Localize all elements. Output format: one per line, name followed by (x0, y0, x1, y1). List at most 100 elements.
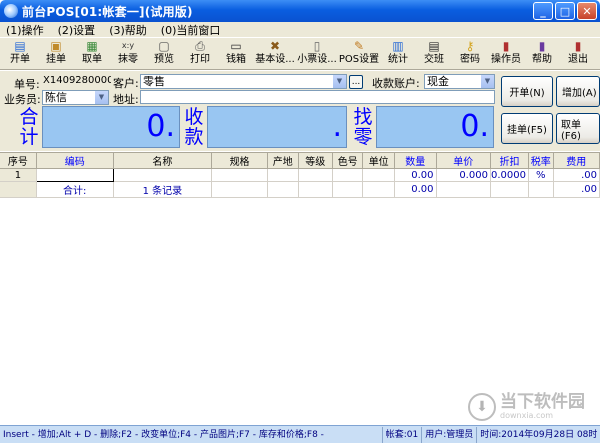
cell-tax[interactable]: % (528, 168, 554, 182)
col-fee[interactable]: 费用 (553, 153, 600, 169)
minimize-button[interactable]: _ (533, 2, 553, 20)
toolbar-cash-drawer[interactable]: ▭ 钱箱 (218, 38, 254, 68)
open-order-icon: ▤ (14, 39, 26, 53)
order-grid: 序号 编码 名称 规格 产地 等级 色号 单位 数量 单价 折扣 税率 费用 1 (0, 152, 600, 425)
retrieve-order-icon: ▦ (86, 39, 98, 53)
col-origin[interactable]: 产地 (267, 153, 299, 169)
toolbar-preview[interactable]: ▢ 预览 (146, 38, 182, 68)
summary-label: 合计: (36, 181, 114, 198)
menu-help[interactable]: (3)帮助 (109, 22, 147, 38)
chevron-down-icon: ▼ (481, 75, 494, 88)
menu-settings[interactable]: (2)设置 (58, 22, 96, 38)
maximize-button[interactable]: □ (555, 2, 575, 20)
table-row[interactable]: 1 0.00 0.000 0.0000 % .00 (0, 168, 600, 182)
menu-operation[interactable]: (1)操作 (6, 22, 44, 38)
cell-name[interactable] (113, 168, 213, 182)
cell-origin[interactable] (267, 168, 299, 182)
print-icon: ⎙ (195, 39, 205, 53)
summary-blank (298, 181, 333, 198)
order-table: 序号 编码 名称 规格 产地 等级 色号 单位 数量 单价 折扣 税率 费用 1 (0, 153, 600, 198)
customer-label: 客户: (113, 77, 139, 90)
summary-row: 合计: 1 条记录 0.00 .00 (0, 181, 600, 198)
received-label-1: 收 (184, 106, 204, 128)
col-color[interactable]: 色号 (332, 153, 364, 169)
toolbar-hang-order[interactable]: ▣ 挂单 (38, 38, 74, 68)
address-label: 地址: (113, 93, 139, 106)
window-controls: _ □ ✕ (533, 2, 597, 20)
order-no-label: 单号: (14, 78, 40, 91)
watermark: ⬇ 当下软件园 downxia.com (468, 393, 585, 421)
summary-blank (267, 181, 299, 198)
cell-spec[interactable] (211, 168, 269, 182)
received-panel[interactable]: . (207, 106, 347, 148)
toolbar-retrieve-order[interactable]: ▦ 取单 (74, 38, 110, 68)
toolbar-pos-settings[interactable]: ✎ POS设置 (338, 38, 380, 68)
watermark-sub: downxia.com (500, 411, 554, 420)
menu-current-window[interactable]: (0)当前窗口 (161, 22, 221, 38)
col-seq[interactable]: 序号 (0, 153, 37, 169)
account-label: 收款账户: (372, 77, 420, 90)
cell-seq: 1 (0, 168, 37, 182)
col-price[interactable]: 单价 (436, 153, 491, 169)
change-amount: 0. (460, 109, 489, 144)
col-discount[interactable]: 折扣 (490, 153, 529, 169)
toolbar-help[interactable]: ▮ 帮助 (524, 38, 560, 68)
shift-change-icon: ▤ (428, 39, 440, 53)
address-input[interactable] (140, 90, 495, 104)
cell-qty[interactable]: 0.00 (394, 168, 437, 182)
open-order-button[interactable]: 开单(N) (501, 76, 553, 107)
toolbar-statistics[interactable]: ▥ 统计 (380, 38, 416, 68)
change-label-2: 零 (353, 126, 373, 148)
cell-discount[interactable]: 0.0000 (490, 168, 529, 182)
col-tax[interactable]: 税率 (528, 153, 554, 169)
col-code[interactable]: 编码 (36, 153, 114, 169)
customer-select[interactable]: 零售 ▼ (140, 74, 347, 89)
toolbar-basic-settings[interactable]: ✖ 基本设... (254, 38, 296, 68)
preview-icon: ▢ (158, 39, 170, 53)
summary-seq (0, 181, 37, 198)
pos-settings-icon: ✎ (353, 39, 365, 53)
toolbar-exit[interactable]: ▮ 退出 (560, 38, 596, 68)
status-time: 时间:2014年09月28日 08时 (480, 429, 598, 440)
cell-fee[interactable]: .00 (553, 168, 600, 182)
toolbar-receipt-settings[interactable]: ▯ 小票设... (296, 38, 338, 68)
cell-grade[interactable] (298, 168, 333, 182)
total-label-2: 计 (19, 126, 39, 148)
close-button[interactable]: ✕ (577, 2, 597, 20)
toolbar-print[interactable]: ⎙ 打印 (182, 38, 218, 68)
cell-unit[interactable] (362, 168, 395, 182)
col-qty[interactable]: 数量 (394, 153, 437, 169)
window-title: 前台POS[01:帐套一](试用版) (22, 4, 193, 19)
summary-blank (362, 181, 395, 198)
account-select[interactable]: 现金 ▼ (424, 74, 495, 89)
exit-icon: ▮ (574, 39, 582, 53)
retrieve-order-button[interactable]: 取单(F6) (556, 113, 600, 144)
add-button[interactable]: 增加(A) (556, 76, 600, 107)
received-label-2: 款 (184, 126, 204, 148)
toolbar-operator[interactable]: ▮ 操作员 (488, 38, 524, 68)
salesman-label: 业务员: (4, 93, 41, 106)
col-name[interactable]: 名称 (113, 153, 213, 169)
chevron-down-icon: ▼ (95, 91, 108, 104)
col-unit[interactable]: 单位 (362, 153, 395, 169)
help-icon: ▮ (538, 39, 546, 53)
col-spec[interactable]: 规格 (211, 153, 269, 169)
toolbar-password[interactable]: ⚷ 密码 (452, 38, 488, 68)
summary-qty: 0.00 (394, 181, 437, 198)
toolbar-round-off[interactable]: x:y 抹零 (110, 38, 146, 68)
cell-price[interactable]: 0.000 (436, 168, 491, 182)
toolbar-open-order[interactable]: ▤ 开单 (2, 38, 38, 68)
account-value: 现金 (427, 75, 449, 88)
total-amount: 0. (146, 109, 175, 144)
summary-blank (490, 181, 529, 198)
watermark-text: 当下软件园 (500, 392, 585, 412)
cell-code[interactable] (35, 168, 114, 182)
toolbar-shift-change[interactable]: ▤ 交班 (416, 38, 452, 68)
salesman-select[interactable]: 陈信 ▼ (42, 90, 109, 105)
total-panel: 0. (42, 106, 180, 148)
customer-browse-button[interactable]: ... (349, 75, 363, 89)
download-icon: ⬇ (468, 393, 496, 421)
cell-color[interactable] (332, 168, 364, 182)
hang-order-button[interactable]: 挂单(F5) (501, 113, 553, 144)
col-grade[interactable]: 等级 (298, 153, 333, 169)
